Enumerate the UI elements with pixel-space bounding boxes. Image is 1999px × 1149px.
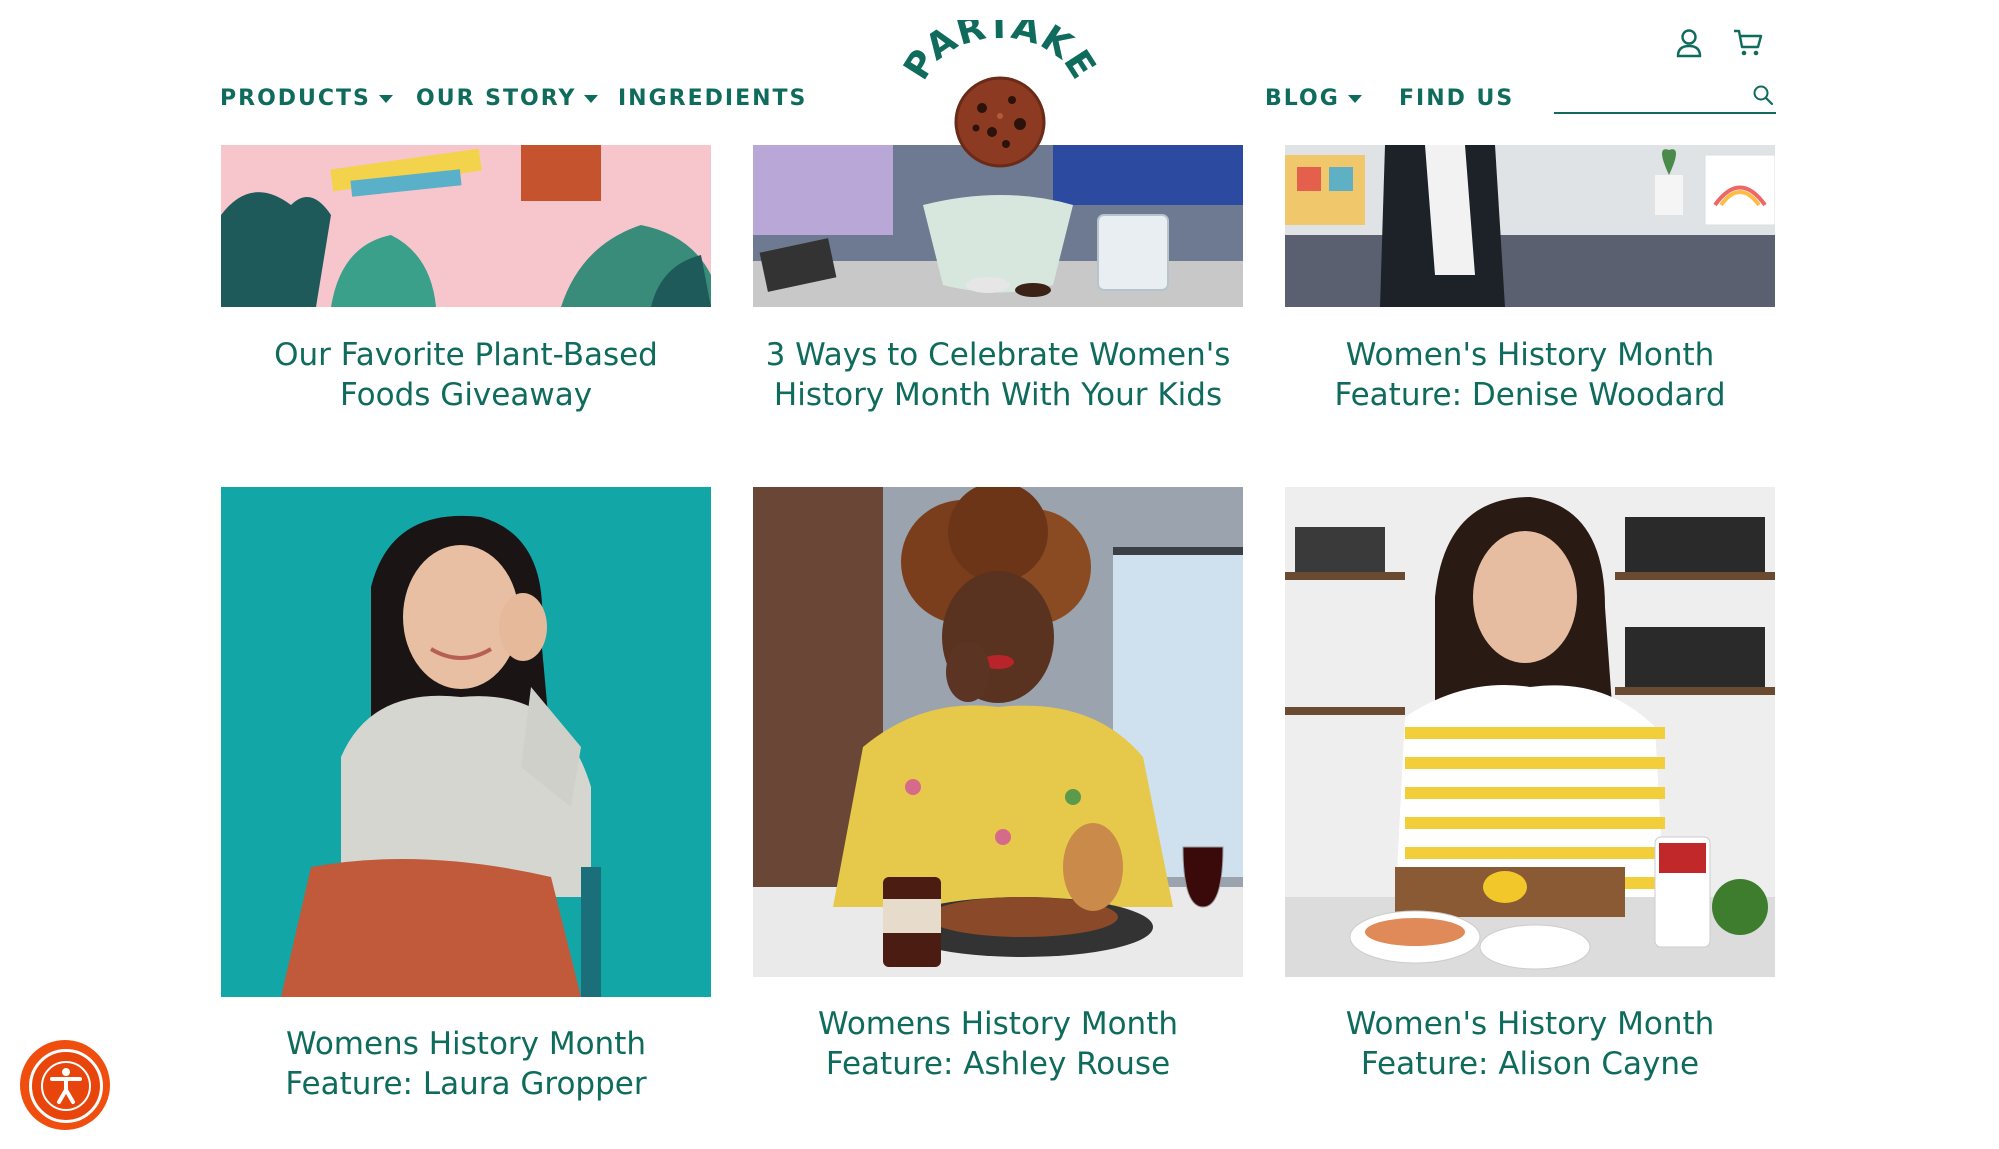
search-input[interactable]	[1554, 80, 1748, 112]
partake-logo[interactable]: PARTAKE	[896, 6, 1103, 170]
accessibility-button[interactable]	[20, 1040, 110, 1130]
post-title-line: Feature: Ashley Rouse	[825, 1046, 1171, 1082]
search-icon[interactable]	[1752, 84, 1774, 110]
post-title-line: Our Favorite Plant-Based	[274, 337, 658, 373]
post-title-ashley[interactable]: Womens History Month Feature: Ashley Rou…	[753, 1004, 1243, 1084]
post-title-line: Women's History Month	[1345, 1006, 1715, 1042]
account-icon[interactable]	[1676, 28, 1702, 62]
accessibility-icon	[29, 1049, 103, 1123]
chevron-down-icon	[1347, 94, 1362, 103]
post-image-giveaway[interactable]	[221, 145, 711, 307]
nav-products[interactable]: PRODUCTS	[220, 86, 393, 111]
nav-our-story[interactable]: OUR STORY	[416, 86, 599, 111]
nav-ingredients-label: INGREDIENTS	[618, 86, 808, 111]
nav-find-us-label: FIND US	[1399, 86, 1515, 111]
post-title-line: Women's History Month	[1345, 337, 1715, 373]
nav-our-story-label: OUR STORY	[416, 86, 577, 111]
chevron-down-icon	[378, 94, 393, 103]
nav-ingredients[interactable]: INGREDIENTS	[618, 86, 807, 111]
post-title-line: 3 Ways to Celebrate Women's	[765, 337, 1231, 373]
post-title-line: Feature: Laura Gropper	[285, 1066, 647, 1102]
search-bar	[1554, 80, 1776, 114]
chevron-down-icon	[584, 94, 599, 103]
nav-products-label: PRODUCTS	[220, 86, 371, 111]
nav-blog-label: BLOG	[1265, 86, 1340, 111]
post-image-laura[interactable]	[221, 487, 711, 997]
post-image-ashley[interactable]	[753, 487, 1243, 977]
nav-find-us[interactable]: FIND US	[1399, 86, 1514, 111]
post-title-giveaway[interactable]: Our Favorite Plant-Based Foods Giveaway	[221, 335, 711, 415]
cart-icon[interactable]	[1732, 28, 1764, 62]
post-title-alison[interactable]: Women's History Month Feature: Alison Ca…	[1285, 1004, 1775, 1084]
post-title-denise[interactable]: Women's History Month Feature: Denise Wo…	[1285, 335, 1775, 415]
nav-blog[interactable]: BLOG	[1265, 86, 1362, 111]
post-title-line: Foods Giveaway	[339, 377, 593, 413]
post-image-denise[interactable]	[1285, 145, 1775, 307]
post-title-laura[interactable]: Womens History Month Feature: Laura Grop…	[221, 1024, 711, 1104]
post-title-line: Womens History Month	[285, 1026, 647, 1062]
post-title-line: Feature: Alison Cayne	[1360, 1046, 1700, 1082]
post-title-line: Feature: Denise Woodard	[1334, 377, 1726, 413]
post-title-kids[interactable]: 3 Ways to Celebrate Women's History Mont…	[753, 335, 1243, 415]
post-image-alison[interactable]	[1285, 487, 1775, 977]
post-title-line: Womens History Month	[817, 1006, 1179, 1042]
post-title-line: History Month With Your Kids	[773, 377, 1223, 413]
